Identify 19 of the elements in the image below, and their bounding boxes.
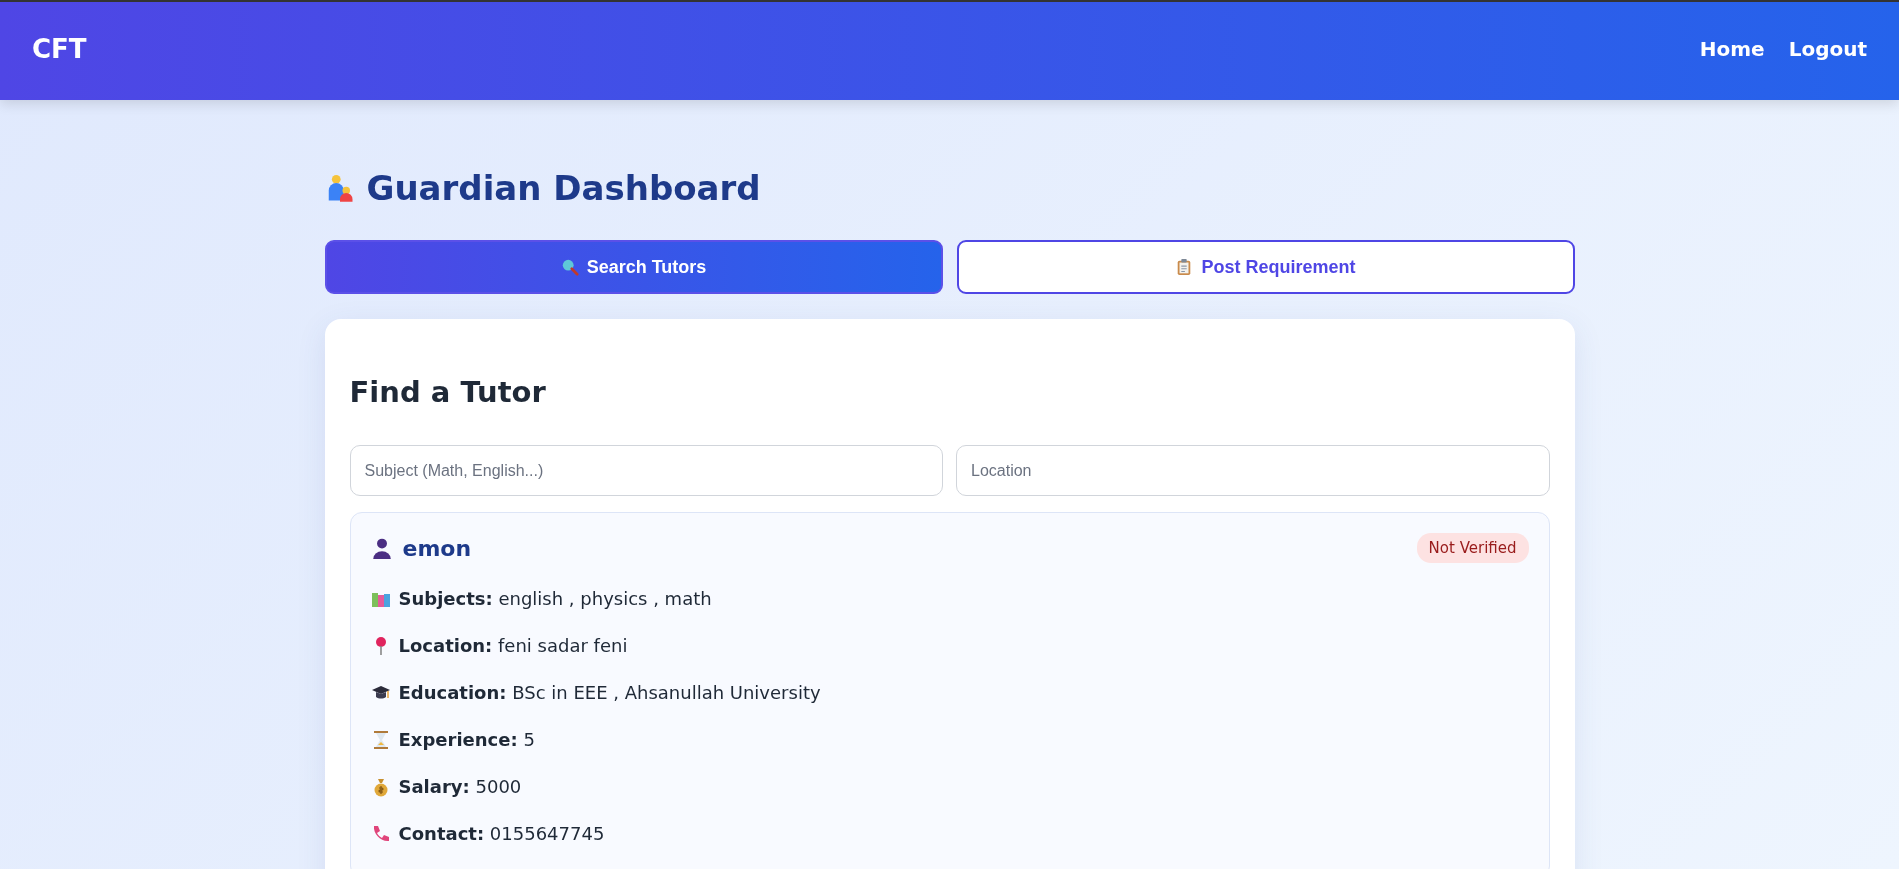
search-field[interactable]: Subject (Math, English...) — [349, 445, 943, 496]
panel-title: Find a Tutor — [349, 375, 547, 409]
detail-text: Location: feni sadar feni — [398, 635, 628, 656]
tutor-name: emon — [402, 535, 472, 561]
page-title: Guardian Dashboard — [366, 168, 761, 208]
nav-link[interactable]: Logout — [1788, 37, 1867, 61]
detail-text: Salary: 5000 — [398, 776, 522, 797]
detail-text: Subjects: english , physics , math — [398, 588, 712, 609]
detail-text: Education: BSc in EEE , Ahsanullah University — [398, 682, 821, 703]
detail-text: Contact: 0155647745 — [398, 823, 605, 844]
tab[interactable]: Post Requirement — [956, 240, 1575, 294]
detail-text: Experience: 5 — [398, 729, 535, 750]
tab[interactable]: Search Tutors — [324, 240, 943, 294]
verification-badge: Not Verified — [1416, 533, 1529, 563]
nav-link[interactable]: Home — [1699, 37, 1765, 61]
person-silhouette-icon — [370, 537, 393, 559]
logo-text[interactable]: CFT — [32, 34, 87, 64]
search-field[interactable]: Location — [956, 445, 1550, 496]
magnifier-icon — [560, 258, 579, 276]
